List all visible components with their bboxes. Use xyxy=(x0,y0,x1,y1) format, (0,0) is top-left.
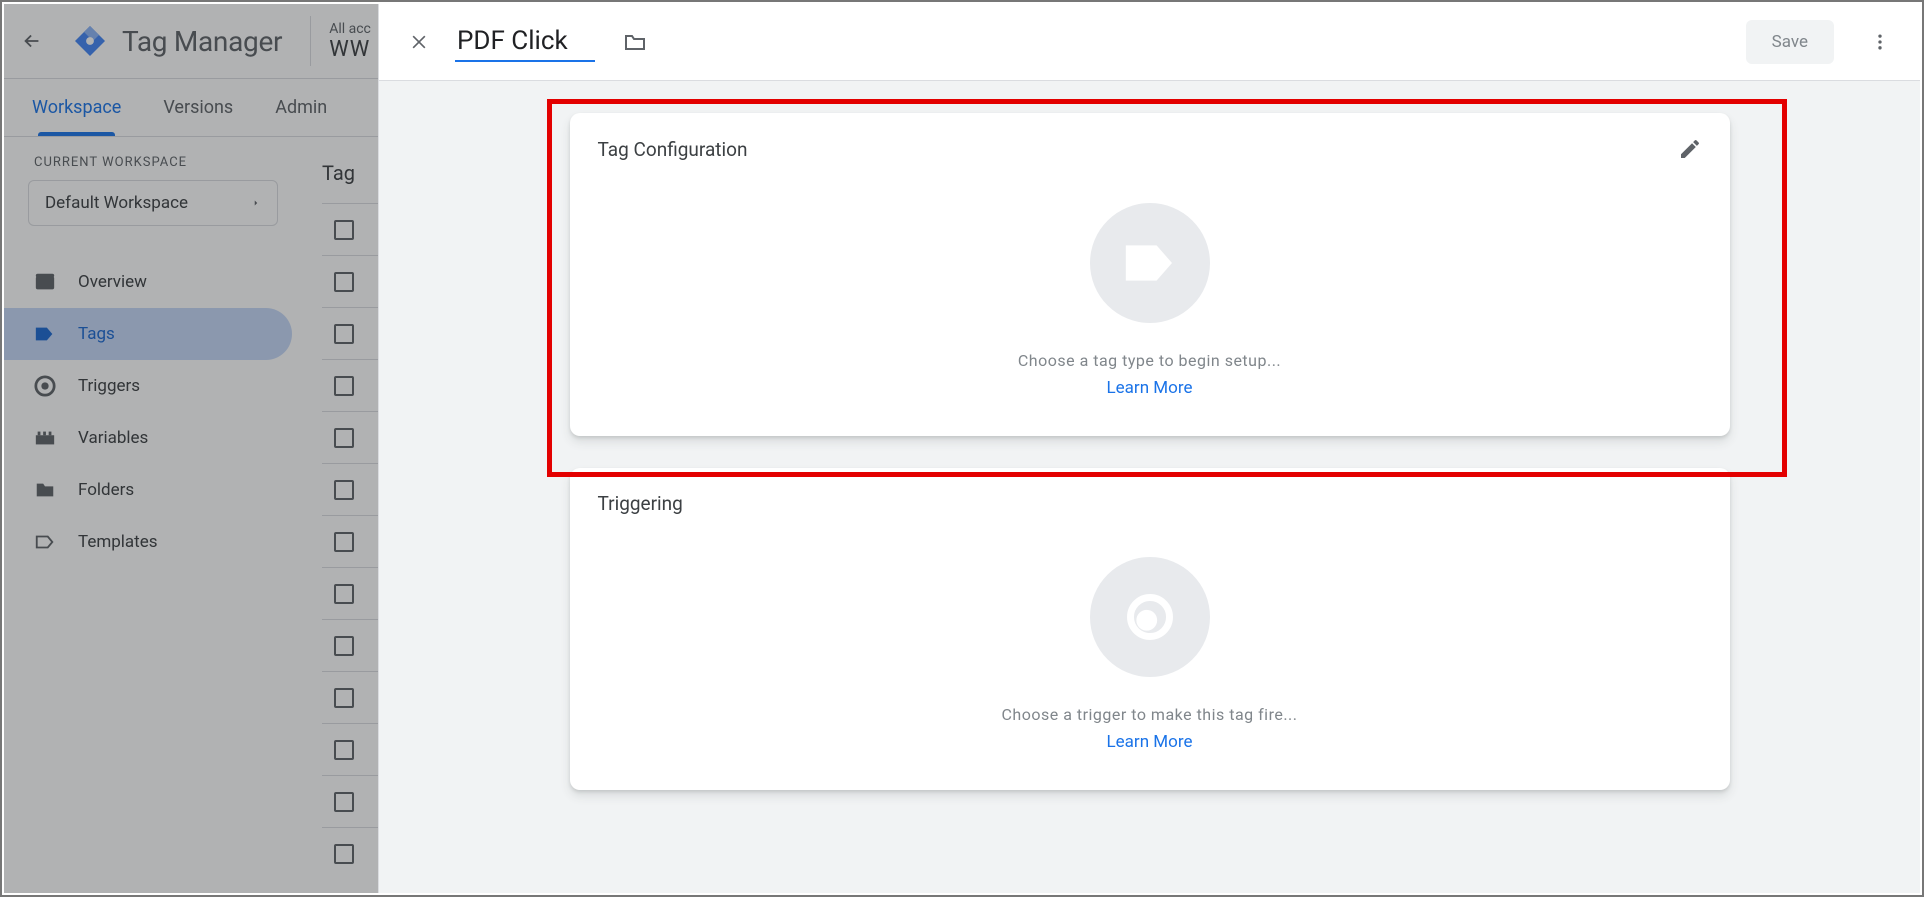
edit-icon[interactable] xyxy=(1678,137,1702,161)
close-icon xyxy=(409,32,429,52)
panel-body: Tag Configuration Choose a tag type to b… xyxy=(379,81,1920,893)
tag-config-hint: Choose a tag type to begin setup... xyxy=(1018,351,1281,370)
triggering-hint: Choose a trigger to make this tag fire..… xyxy=(1002,705,1298,724)
learn-more-link[interactable]: Learn More xyxy=(1107,378,1193,398)
tag-configuration-card[interactable]: Tag Configuration Choose a tag type to b… xyxy=(570,113,1730,436)
save-button[interactable]: Save xyxy=(1746,20,1834,64)
card-title: Tag Configuration xyxy=(598,138,748,161)
card-title: Triggering xyxy=(598,492,683,515)
learn-more-link[interactable]: Learn More xyxy=(1107,732,1193,752)
more-menu-button[interactable] xyxy=(1858,20,1902,64)
tag-editor-panel: Save Tag Configuration Choose a tag xyxy=(378,4,1920,893)
close-button[interactable] xyxy=(397,20,441,64)
trigger-placeholder-icon xyxy=(1090,557,1210,677)
panel-header: Save xyxy=(379,4,1920,81)
triggering-card[interactable]: Triggering Choose a trigger to make this… xyxy=(570,468,1730,790)
tag-placeholder-icon xyxy=(1090,203,1210,323)
more-vert-icon xyxy=(1870,32,1890,52)
tag-name-input[interactable] xyxy=(455,22,595,62)
folder-icon xyxy=(623,30,647,54)
folder-button[interactable] xyxy=(615,22,655,62)
